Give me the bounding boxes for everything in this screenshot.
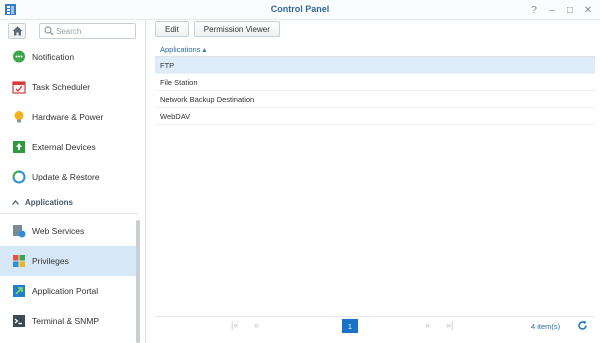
sidebar-section-applications[interactable]: Applications: [0, 192, 138, 214]
sidebar-item-label: Hardware & Power: [32, 112, 104, 122]
previous-page-icon[interactable]: «: [254, 320, 259, 330]
terminal-snmp-icon: [12, 314, 26, 328]
edit-button[interactable]: Edit: [155, 21, 189, 37]
sidebar-item-label: Terminal & SNMP: [32, 316, 100, 326]
maximize-icon[interactable]: □: [562, 2, 578, 18]
sidebar-item-label: Notification: [32, 52, 75, 62]
sidebar-item-privileges[interactable]: Privileges: [0, 246, 138, 276]
toolbar: Edit Permission Viewer: [155, 21, 280, 37]
window-controls: ? – □ ✕: [526, 2, 596, 18]
sidebar-section-label: Applications: [25, 198, 74, 207]
first-page-icon[interactable]: |«: [231, 320, 238, 330]
next-page-icon[interactable]: »: [425, 320, 430, 330]
last-page-icon[interactable]: »|: [446, 320, 453, 330]
sidebar-nav: Notification Task Scheduler Hardware & P…: [0, 42, 138, 336]
sidebar-item-terminal-snmp[interactable]: Terminal & SNMP: [0, 306, 138, 336]
column-header-label: Applications ▴: [160, 45, 207, 54]
sidebar-item-label: Web Services: [32, 226, 85, 236]
refresh-icon[interactable]: [577, 320, 588, 331]
search-box[interactable]: [39, 23, 136, 39]
update-restore-icon: [12, 170, 26, 184]
table-row[interactable]: File Station: [155, 74, 595, 91]
external-devices-icon: [12, 140, 26, 154]
application-portal-icon: [12, 284, 26, 298]
sidebar-item-label: Application Portal: [32, 286, 99, 296]
column-header-applications[interactable]: Applications ▴: [155, 43, 595, 57]
home-button[interactable]: [8, 23, 26, 39]
sidebar-item-task-scheduler[interactable]: Task Scheduler: [0, 72, 138, 102]
sidebar-item-label: Privileges: [32, 256, 69, 266]
pagination-bar: |« « 1 » »| 4 item(s): [155, 316, 595, 334]
sidebar-scrollbar[interactable]: [136, 220, 140, 343]
home-icon: [12, 26, 22, 36]
applications-grid: Applications ▴ FTP File Station Network …: [155, 43, 595, 125]
current-page[interactable]: 1: [342, 319, 358, 333]
table-row[interactable]: WebDAV: [155, 108, 595, 125]
table-row[interactable]: FTP: [155, 57, 595, 74]
sidebar-item-label: Task Scheduler: [32, 82, 91, 92]
sidebar-item-hardware-power[interactable]: Hardware & Power: [0, 102, 138, 132]
sidebar-item-update-restore[interactable]: Update & Restore: [0, 162, 138, 192]
sidebar-item-label: External Devices: [32, 142, 96, 152]
window-titlebar: Control Panel ? – □ ✕: [0, 0, 600, 20]
chevron-up-icon: [12, 200, 19, 205]
task-scheduler-icon: [12, 80, 26, 94]
minimize-icon[interactable]: –: [544, 2, 560, 18]
search-icon: [44, 26, 54, 36]
notification-icon: [12, 50, 26, 64]
privileges-icon: [12, 254, 26, 268]
web-services-icon: [12, 224, 26, 238]
item-count: 4 item(s): [531, 322, 561, 331]
sidebar-item-label: Update & Restore: [32, 172, 100, 182]
help-icon[interactable]: ?: [526, 2, 542, 18]
hardware-power-icon: [12, 110, 26, 124]
close-icon[interactable]: ✕: [580, 2, 596, 18]
sidebar: Notification Task Scheduler Hardware & P…: [0, 20, 146, 343]
sidebar-item-web-services[interactable]: Web Services: [0, 216, 138, 246]
sidebar-item-notification[interactable]: Notification: [0, 42, 138, 72]
sidebar-item-external-devices[interactable]: External Devices: [0, 132, 138, 162]
window-title: Control Panel: [270, 4, 330, 14]
table-row[interactable]: Network Backup Destination: [155, 91, 595, 108]
main-panel: Edit Permission Viewer Applications ▴ FT…: [147, 20, 600, 343]
sidebar-item-application-portal[interactable]: Application Portal: [0, 276, 138, 306]
permission-viewer-button[interactable]: Permission Viewer: [193, 21, 280, 37]
search-input[interactable]: [56, 25, 134, 37]
